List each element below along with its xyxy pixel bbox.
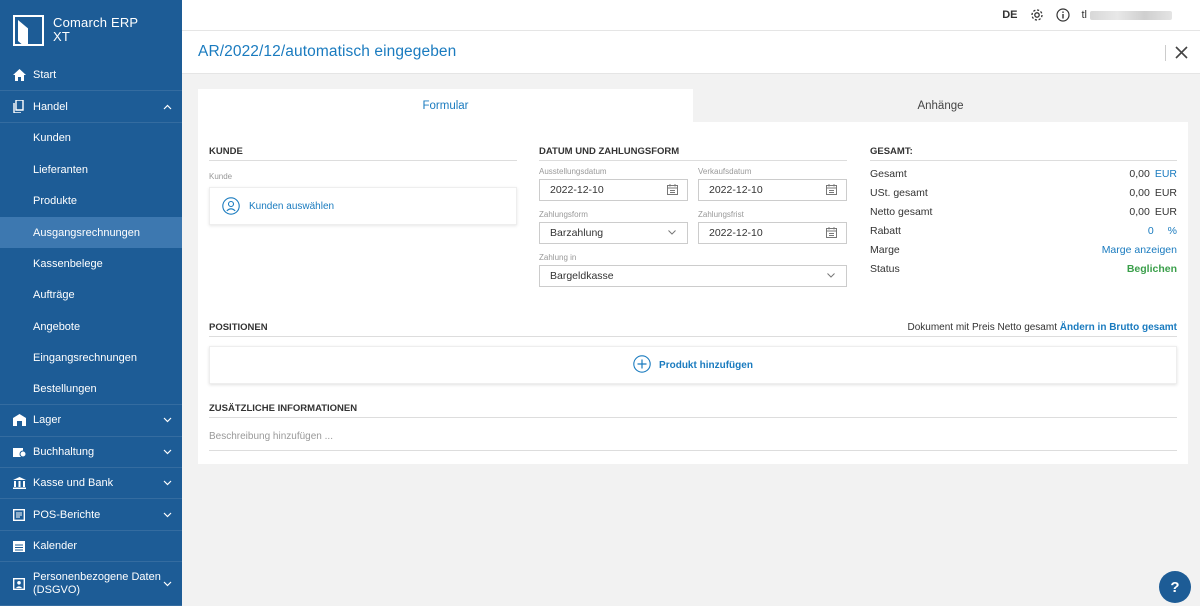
marge-row: Marge Marge anzeigen [870, 243, 1177, 256]
tab-anhaenge[interactable]: Anhänge [693, 89, 1188, 122]
sidebar-item-ausgangsrechnungen[interactable]: Ausgangsrechnungen [0, 216, 182, 249]
page-title: AR/2022/12/automatisch eingegeben [198, 43, 457, 60]
extra-info-heading: ZUSÄTZLICHE INFORMATIONEN [209, 403, 1177, 418]
zahlung-in-select[interactable]: Bargeldkasse [539, 265, 847, 287]
positionen-heading: POSITIONEN [209, 322, 268, 333]
user-menu[interactable]: tl [1082, 9, 1172, 21]
home-icon [12, 68, 26, 82]
currency-link[interactable]: EUR [1155, 168, 1177, 180]
help-button[interactable]: ? [1159, 571, 1191, 603]
datum-heading: DATUM UND ZAHLUNGSFORM [539, 146, 847, 161]
nav-kalender[interactable]: Kalender [0, 531, 182, 563]
chevron-down-icon [162, 579, 172, 589]
kunde-heading: KUNDE [209, 146, 517, 161]
document-icon [12, 100, 26, 114]
app-name: Comarch ERP XT [53, 15, 139, 44]
kunde-label: Kunde [209, 172, 233, 181]
chevron-down-icon [162, 415, 172, 425]
totals-list: Gesamt 0,00 EUR USt. gesamt 0,00 EUR Netto… [870, 164, 1177, 278]
select-customer-button[interactable]: Kunden auswählen [209, 187, 517, 225]
chevron-down-icon [162, 510, 172, 520]
zahlungsform-field: Zahlungsform Barzahlung [539, 210, 688, 244]
divider [1165, 45, 1166, 61]
total-row: Gesamt 0,00 EUR [870, 167, 1177, 180]
verkaufsdatum-field: Verkaufsdatum 2022-12-10 [698, 167, 847, 201]
netto-row: Netto gesamt 0,00 EUR [870, 205, 1177, 218]
ausstellungsdatum-field: Ausstellungsdatum 2022-12-10 [539, 167, 688, 201]
zahlungsfrist-field: Zahlungsfrist 2022-12-10 [698, 210, 847, 244]
sidebar-item-auftraege[interactable]: Aufträge [0, 280, 182, 311]
datum-section: DATUM UND ZAHLUNGSFORM Ausstellungsdatum… [539, 146, 847, 287]
sidebar: Comarch ERP XT Start Handel Kunden Liefe… [0, 0, 182, 606]
warehouse-icon [12, 413, 26, 427]
close-icon[interactable] [1172, 43, 1190, 61]
sidebar-item-produkte[interactable]: Produkte [0, 186, 182, 217]
top-bar: DE tl [182, 0, 1200, 30]
sidebar-item-angebote[interactable]: Angebote [0, 311, 182, 342]
rabatt-row: Rabatt 0% [870, 224, 1177, 237]
comarch-logo-icon [13, 14, 44, 46]
description-input[interactable]: Beschreibung hinzufügen ... [209, 431, 1177, 451]
kunde-section: KUNDE Kunde Kunden auswählen [209, 146, 517, 225]
app-logo[interactable]: Comarch ERP XT [0, 0, 182, 60]
language-switch[interactable]: DE [1002, 9, 1017, 21]
positionen-section: POSITIONEN Dokument mit Preis Netto gesa… [209, 322, 1177, 384]
user-name-blurred [1090, 10, 1172, 20]
chevron-down-icon [667, 227, 679, 239]
nav-lager[interactable]: Lager [0, 405, 182, 437]
status-row: Status Beglichen [870, 262, 1177, 275]
ausstellungsdatum-input[interactable]: 2022-12-10 [539, 179, 688, 201]
nav-start[interactable]: Start [0, 60, 182, 92]
tab-formular[interactable]: Formular [198, 89, 693, 122]
nav-handel[interactable]: Handel [0, 91, 182, 123]
nav-dsgvo[interactable]: Personenbezogene Daten (DSGVO) [0, 562, 182, 606]
rabatt-value[interactable]: 0 [1148, 225, 1154, 237]
nav-kasse-und-bank[interactable]: Kasse und Bank [0, 468, 182, 500]
extra-info-section: ZUSÄTZLICHE INFORMATIONEN Beschreibung h… [209, 403, 1177, 451]
chevron-down-icon [826, 270, 838, 282]
user-card-icon [12, 577, 26, 591]
sidebar-item-kunden[interactable]: Kunden [0, 123, 182, 154]
sidebar-item-kassenbelege[interactable]: Kassenbelege [0, 248, 182, 279]
bank-icon [12, 476, 26, 490]
calendar-icon [826, 184, 838, 196]
sidebar-item-bestellungen[interactable]: Bestellungen [0, 374, 182, 406]
user-circle-icon [222, 197, 240, 215]
plus-circle-icon [633, 354, 651, 376]
calendar-icon [667, 184, 679, 196]
show-margin-link[interactable]: Marge anzeigen [1102, 244, 1177, 256]
tabs: Formular Anhänge [198, 89, 1188, 122]
chevron-down-icon [162, 478, 172, 488]
gesamt-section: GESAMT: Gesamt 0,00 EUR USt. gesamt 0,00 E… [870, 146, 1177, 278]
zahlungsfrist-input[interactable]: 2022-12-10 [698, 222, 847, 244]
nav-pos-berichte[interactable]: POS-Berichte [0, 499, 182, 531]
calendar-icon [12, 539, 26, 553]
document-title-bar: AR/2022/12/automatisch eingegeben [182, 30, 1200, 74]
gear-icon[interactable] [1030, 8, 1044, 22]
calendar-icon [826, 227, 838, 239]
change-to-gross-link[interactable]: Ändern in Brutto gesamt [1060, 322, 1177, 333]
sidebar-item-eingangsrechnungen[interactable]: Eingangsrechnungen [0, 343, 182, 374]
nav-buchhaltung[interactable]: Buchhaltung [0, 437, 182, 469]
sidebar-item-lieferanten[interactable]: Lieferanten [0, 154, 182, 185]
zahlung-in-field: Zahlung in Bargeldkasse [539, 253, 847, 287]
ust-row: USt. gesamt 0,00 EUR [870, 186, 1177, 199]
main-nav: Start Handel Kunden Lieferanten Produkte… [0, 60, 182, 606]
gesamt-heading: GESAMT: [870, 146, 1177, 161]
status-badge: Beglichen [1126, 262, 1177, 275]
report-icon [12, 508, 26, 522]
chevron-down-icon [162, 447, 172, 457]
add-product-button[interactable]: Produkt hinzufügen [209, 346, 1177, 384]
zahlungsform-select[interactable]: Barzahlung [539, 222, 688, 244]
accounting-icon [12, 445, 26, 459]
info-icon[interactable] [1055, 8, 1070, 22]
verkaufsdatum-input[interactable]: 2022-12-10 [698, 179, 847, 201]
chevron-up-icon [162, 102, 172, 112]
form-panel: Formular Anhänge KUNDE Kunde Kunden ausw… [198, 89, 1188, 464]
datum-fields: Ausstellungsdatum 2022-12-10 Verkaufsdat… [539, 161, 847, 287]
